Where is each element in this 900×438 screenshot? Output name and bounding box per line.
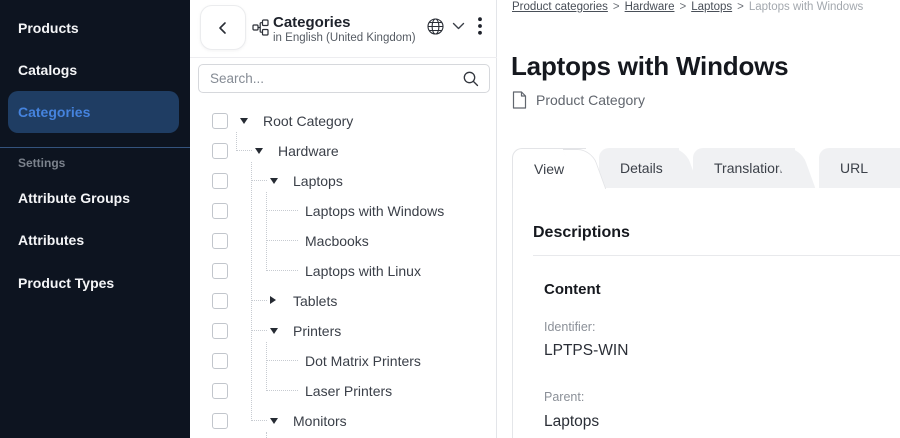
kebab-menu-button[interactable] bbox=[474, 15, 486, 37]
tree-row-root-category: Root Category bbox=[190, 106, 497, 136]
checkbox[interactable] bbox=[212, 413, 228, 429]
search-icon[interactable] bbox=[462, 70, 480, 88]
tab-label: View bbox=[534, 149, 564, 189]
tree-node-label[interactable]: Monitors bbox=[293, 413, 347, 429]
sidebar-item-categories[interactable]: Categories bbox=[8, 91, 179, 133]
section-title-descriptions: Descriptions bbox=[533, 224, 630, 242]
tab-details[interactable]: Details bbox=[599, 148, 679, 188]
tree-row-laser-printers: Laser Printers bbox=[190, 376, 497, 406]
field-value-parent: Laptops bbox=[544, 413, 599, 431]
page-title: Laptops with Windows bbox=[511, 51, 788, 82]
sidebar-item-product-types[interactable]: Product Types bbox=[18, 275, 114, 291]
tab-url[interactable]: URL bbox=[819, 148, 900, 188]
chevron-left-icon bbox=[213, 18, 233, 38]
tree-row-printers: Printers bbox=[190, 316, 497, 346]
breadcrumb-link-laptops[interactable]: Laptops bbox=[691, 1, 732, 13]
tree-node-label[interactable]: Laptops bbox=[293, 173, 343, 189]
sidebar-item-categories-label: Categories bbox=[18, 104, 90, 120]
checkbox[interactable] bbox=[212, 293, 228, 309]
sidebar-item-products[interactable]: Products bbox=[18, 20, 79, 36]
panel-title: Categories bbox=[273, 14, 351, 31]
tree-node-label[interactable]: Laptops with Linux bbox=[305, 263, 421, 279]
sidebar-item-attribute-groups[interactable]: Attribute Groups bbox=[18, 190, 130, 206]
tree-node-label[interactable]: Printers bbox=[293, 323, 341, 339]
section-divider bbox=[533, 255, 900, 256]
tab-view[interactable]: View bbox=[512, 148, 586, 188]
category-tree: Root Category Hardware Laptops Laptops w… bbox=[190, 106, 497, 438]
tree-row-tablets: Tablets bbox=[190, 286, 497, 316]
checkbox[interactable] bbox=[212, 323, 228, 339]
kebab-icon bbox=[478, 17, 482, 35]
tab-label: Translations bbox=[714, 148, 790, 188]
breadcrumb: Product categories > Hardware > Laptops > Lapt… bbox=[512, 1, 863, 13]
hierarchy-icon bbox=[252, 19, 269, 36]
sidebar-section-settings: Settings bbox=[18, 156, 65, 170]
sidebar-item-catalogs[interactable]: Catalogs bbox=[18, 62, 77, 78]
tab-translations[interactable]: Translations bbox=[693, 148, 795, 188]
document-icon bbox=[512, 91, 527, 109]
tree-row-macbooks: Macbooks bbox=[190, 226, 497, 256]
search-input[interactable] bbox=[199, 65, 489, 92]
header-divider bbox=[190, 57, 497, 58]
tree-node-label[interactable]: Laptops with Windows bbox=[305, 203, 444, 219]
tree-node-label[interactable]: Hardware bbox=[278, 143, 339, 159]
collapse-toggle-icon[interactable] bbox=[240, 118, 248, 124]
category-tree-panel: Categories in English (United Kingdom) bbox=[190, 0, 497, 438]
tab-label: Details bbox=[620, 148, 663, 188]
tree-row-laptops-with-linux: Laptops with Linux bbox=[190, 256, 497, 286]
checkbox[interactable] bbox=[212, 263, 228, 279]
tree-node-label[interactable]: Root Category bbox=[263, 113, 353, 129]
tree-node-label[interactable]: Tablets bbox=[293, 293, 337, 309]
sidebar-divider bbox=[0, 147, 190, 148]
entity-type-label: Product Category bbox=[536, 92, 645, 108]
collapse-toggle-icon[interactable] bbox=[255, 148, 263, 154]
tree-row-monitors: Monitors bbox=[190, 406, 497, 436]
collapse-toggle-icon[interactable] bbox=[270, 178, 278, 184]
back-button[interactable] bbox=[200, 5, 246, 50]
checkbox[interactable] bbox=[212, 173, 228, 189]
checkbox[interactable] bbox=[212, 143, 228, 159]
breadcrumb-link-product-categories[interactable]: Product categories bbox=[512, 1, 608, 13]
breadcrumb-link-hardware[interactable]: Hardware bbox=[625, 1, 675, 13]
app-window: Products Catalogs Categories Settings At… bbox=[0, 0, 900, 438]
locale-switcher[interactable] bbox=[426, 17, 465, 36]
category-search bbox=[198, 64, 490, 93]
tree-node-label[interactable]: Dot Matrix Printers bbox=[305, 353, 421, 369]
tree-row-hardware: Hardware bbox=[190, 136, 497, 166]
tree-row-laptops-with-windows: Laptops with Windows bbox=[190, 196, 497, 226]
sidebar: Products Catalogs Categories Settings At… bbox=[0, 0, 190, 438]
detail-content: Product categories > Hardware > Laptops > Lapt… bbox=[497, 0, 900, 438]
globe-icon bbox=[426, 17, 445, 36]
checkbox[interactable] bbox=[212, 233, 228, 249]
tree-node-label[interactable]: Laser Printers bbox=[305, 383, 392, 399]
checkbox[interactable] bbox=[212, 113, 228, 129]
tab-label: URL bbox=[840, 148, 868, 188]
tree-row-dot-matrix-printers: Dot Matrix Printers bbox=[190, 346, 497, 376]
panel-subtitle: in English (United Kingdom) bbox=[273, 32, 416, 44]
expand-toggle-icon[interactable] bbox=[270, 296, 276, 304]
subsection-title-content: Content bbox=[544, 281, 601, 298]
field-label-identifier: Identifier: bbox=[544, 320, 595, 334]
breadcrumb-separator: > bbox=[679, 1, 686, 13]
field-value-identifier: LPTPS-WIN bbox=[544, 342, 628, 360]
entity-type-row: Product Category bbox=[512, 91, 645, 109]
breadcrumb-current: Laptops with Windows bbox=[749, 1, 863, 13]
sidebar-item-attributes[interactable]: Attributes bbox=[18, 232, 84, 248]
chevron-down-icon bbox=[452, 22, 465, 31]
collapse-toggle-icon[interactable] bbox=[270, 328, 278, 334]
tree-row-laptops: Laptops bbox=[190, 166, 497, 196]
checkbox[interactable] bbox=[212, 353, 228, 369]
field-label-parent: Parent: bbox=[544, 390, 584, 404]
tree-node-label[interactable]: Macbooks bbox=[305, 233, 369, 249]
checkbox[interactable] bbox=[212, 203, 228, 219]
breadcrumb-separator: > bbox=[613, 1, 620, 13]
breadcrumb-separator: > bbox=[737, 1, 744, 13]
checkbox[interactable] bbox=[212, 383, 228, 399]
collapse-toggle-icon[interactable] bbox=[270, 418, 278, 424]
